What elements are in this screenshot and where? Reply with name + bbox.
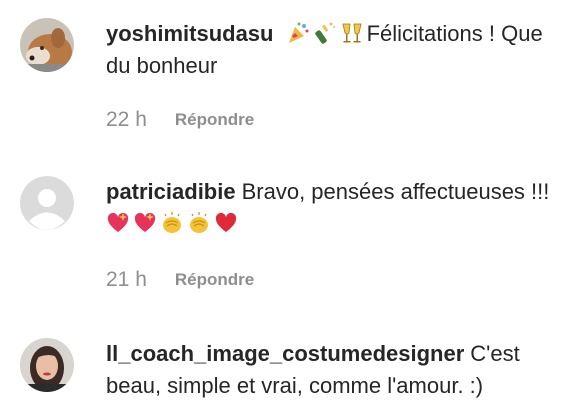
comment-meta: 22 h Répondre	[106, 108, 254, 132]
clinking-glasses-icon	[342, 23, 362, 43]
party-popper-icon	[288, 22, 309, 43]
clapping-hands-icon	[190, 212, 208, 233]
comment-text: yoshimitsudasu Félicitations ! Que du bo…	[106, 18, 556, 82]
comment-time[interactable]: 21 h	[106, 268, 147, 292]
avatar[interactable]	[20, 338, 74, 392]
comment-meta: 21 h Répondre	[106, 268, 254, 292]
dog-avatar-image	[20, 18, 74, 72]
reply-button[interactable]: Répondre	[175, 270, 254, 290]
reply-button[interactable]: Répondre	[175, 110, 254, 130]
clapping-hands-icon	[163, 212, 181, 233]
sparkling-heart-icon	[134, 212, 156, 232]
sparkling-heart-icon	[107, 212, 129, 232]
default-avatar-icon	[20, 176, 74, 230]
red-heart-icon	[215, 212, 237, 232]
comment-username[interactable]: ll_coach_image_costumedesigner	[106, 341, 464, 366]
comment-time[interactable]: 22 h	[106, 108, 147, 132]
comment-username[interactable]: patriciadibie	[106, 179, 236, 204]
champagne-icon	[314, 22, 335, 44]
comment-text: patriciadibie Bravo, pensées affectueuses…	[106, 176, 556, 240]
comment-message: Bravo, pensées affectueuses !!!	[241, 179, 550, 204]
avatar[interactable]	[20, 176, 74, 230]
comment-username[interactable]: yoshimitsudasu	[106, 21, 273, 46]
woman-avatar-image	[20, 338, 74, 392]
avatar[interactable]	[20, 18, 74, 72]
comment-text: ll_coach_image_costumedesigner C'est beau…	[106, 338, 556, 402]
